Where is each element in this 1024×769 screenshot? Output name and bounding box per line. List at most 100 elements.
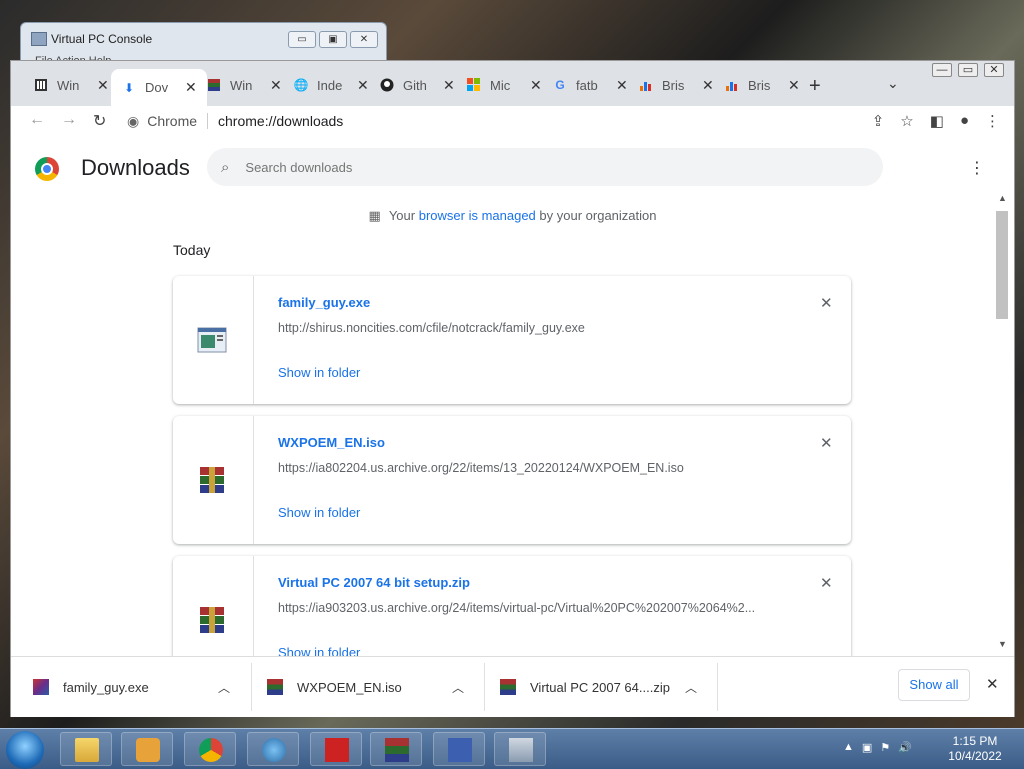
close-button[interactable]: ✕: [350, 31, 378, 48]
chevron-up-icon[interactable]: ︿: [685, 679, 697, 696]
forward-arrow-icon[interactable]: →: [61, 111, 77, 129]
share-icon[interactable]: ⇪: [872, 112, 885, 130]
shelf-item[interactable]: WXPOEM_EN.iso ︿: [267, 657, 472, 717]
winrar-file-icon: [200, 467, 224, 493]
remove-download-icon[interactable]: ✕: [820, 574, 833, 592]
tab-bris-1[interactable]: Bris ✕: [638, 74, 714, 96]
tab-label: Bris: [662, 77, 685, 93]
reload-icon[interactable]: ↻: [93, 111, 106, 131]
tab-github[interactable]: Gith ✕: [379, 74, 455, 96]
taskbar-mcafee[interactable]: [310, 732, 362, 766]
download-file-name[interactable]: family_guy.exe: [278, 295, 370, 310]
tab-label: Win: [57, 77, 80, 93]
close-tab-icon[interactable]: ✕: [97, 77, 109, 94]
bookmark-star-icon[interactable]: ☆: [900, 112, 913, 130]
close-tab-icon[interactable]: ✕: [443, 77, 455, 94]
managed-link[interactable]: browser is managed: [419, 208, 536, 223]
search-bar[interactable]: ⌕: [207, 148, 883, 186]
close-shelf-icon[interactable]: ✕: [986, 675, 999, 693]
show-hidden-icons-icon[interactable]: ▲: [843, 741, 854, 754]
shelf-item[interactable]: Virtual PC 2007 64....zip ︿: [500, 657, 705, 717]
mcafee-icon: [325, 738, 349, 762]
show-in-folder-link[interactable]: Show in folder: [278, 365, 360, 380]
file-icon-column: [173, 276, 254, 404]
close-tab-icon[interactable]: ✕: [357, 77, 369, 94]
new-tab-button[interactable]: +: [809, 75, 821, 98]
github-icon: [379, 77, 395, 93]
google-icon: G: [555, 78, 565, 92]
download-file-name[interactable]: WXPOEM_EN.iso: [278, 435, 385, 450]
shelf-item-name: WXPOEM_EN.iso: [297, 679, 402, 695]
section-heading: Today: [173, 242, 211, 258]
minimize-button[interactable]: ▭: [288, 31, 316, 48]
tab-google[interactable]: G fatb ✕: [552, 74, 628, 96]
page-scrollbar[interactable]: ▲ ▼: [994, 191, 1010, 651]
show-in-folder-link[interactable]: Show in folder: [278, 645, 360, 656]
taskbar-virtual-pc[interactable]: [433, 732, 485, 766]
address-bar[interactable]: ◉ Chrome chrome://downloads: [127, 108, 837, 134]
restore-button[interactable]: ▭: [958, 63, 978, 77]
taskbar-clock[interactable]: 1:15 PM 10/4/2022: [940, 734, 1010, 764]
shelf-item-name: family_guy.exe: [63, 679, 149, 695]
chart-icon: [724, 77, 740, 93]
taskbar-network[interactable]: [247, 732, 299, 766]
start-button[interactable]: [6, 731, 44, 769]
download-url[interactable]: http://shirus.noncities.com/cfile/notcra…: [278, 321, 585, 335]
tab-search-chevron-icon[interactable]: ⌄: [887, 75, 899, 92]
close-tab-icon[interactable]: ✕: [788, 77, 800, 94]
close-tab-icon[interactable]: ✕: [702, 77, 714, 94]
tab-win-archive[interactable]: Win ✕: [33, 74, 109, 96]
download-url[interactable]: https://ia802204.us.archive.org/22/items…: [278, 461, 684, 475]
tab-bris-2[interactable]: Bris ✕: [724, 74, 800, 96]
maximize-button[interactable]: ▣: [319, 31, 347, 48]
tab-label: Bris: [748, 77, 771, 93]
chevron-up-icon[interactable]: ︿: [452, 679, 464, 696]
page-title: Downloads: [81, 155, 190, 180]
tab-downloads[interactable]: ⬇ Dov ✕: [111, 69, 207, 106]
close-window-button[interactable]: ✕: [984, 63, 1004, 77]
more-actions-icon[interactable]: ⋮: [969, 158, 985, 178]
scroll-down-arrow-icon[interactable]: ▼: [998, 639, 1007, 649]
windows-taskbar: ▲ ▣ ⚑ 🔊 1:15 PM 10/4/2022: [0, 728, 1024, 769]
minimize-button[interactable]: —: [932, 63, 952, 77]
taskbar-chrome[interactable]: [184, 732, 236, 766]
download-file-name[interactable]: Virtual PC 2007 64 bit setup.zip: [278, 575, 470, 590]
tab-index[interactable]: 🌐 Inde ✕: [293, 74, 369, 96]
winrar-file-icon: [500, 679, 516, 695]
close-tab-icon[interactable]: ✕: [185, 79, 197, 96]
microsoft-icon: [466, 77, 482, 93]
globe-icon: 🌐: [293, 78, 309, 92]
profile-avatar-icon[interactable]: ●: [960, 112, 969, 130]
action-center-icon[interactable]: ⚑: [880, 741, 890, 754]
toolbar-actions: ⇪ ☆ ◧ ● ⋮: [872, 112, 1014, 130]
shelf-divider: [484, 663, 485, 711]
close-tab-icon[interactable]: ✕: [616, 77, 628, 94]
show-in-folder-link[interactable]: Show in folder: [278, 505, 360, 520]
chrome-menu-icon[interactable]: ⋮: [985, 112, 1000, 130]
remove-download-icon[interactable]: ✕: [820, 434, 833, 452]
taskbar-explorer[interactable]: [60, 732, 112, 766]
virtual-pc-icon: [31, 32, 47, 46]
tab-microsoft[interactable]: Mic ✕: [466, 74, 542, 96]
url-text[interactable]: chrome://downloads: [218, 113, 343, 129]
download-url[interactable]: https://ia903203.us.archive.org/24/items…: [278, 601, 755, 615]
scrollbar-thumb[interactable]: [996, 211, 1008, 319]
volume-icon[interactable]: 🔊: [898, 741, 912, 754]
close-tab-icon[interactable]: ✕: [270, 77, 282, 94]
remove-download-icon[interactable]: ✕: [820, 294, 833, 312]
show-all-button[interactable]: Show all: [898, 669, 970, 701]
network-icon[interactable]: ▣: [862, 741, 872, 754]
search-icon: ⌕: [221, 158, 230, 176]
scroll-up-arrow-icon[interactable]: ▲: [998, 193, 1007, 203]
back-arrow-icon[interactable]: ←: [29, 111, 45, 129]
side-panel-icon[interactable]: ◧: [930, 112, 944, 130]
shelf-item[interactable]: family_guy.exe ︿: [33, 657, 238, 717]
search-input[interactable]: [243, 158, 848, 176]
chevron-up-icon[interactable]: ︿: [218, 679, 230, 696]
taskbar-computer[interactable]: [494, 732, 546, 766]
tab-win-winrar[interactable]: Win ✕: [206, 74, 282, 96]
close-tab-icon[interactable]: ✕: [530, 77, 542, 94]
taskbar-media-player[interactable]: [121, 732, 173, 766]
virtual-pc-icon: [448, 738, 472, 762]
taskbar-winrar[interactable]: [370, 732, 422, 766]
